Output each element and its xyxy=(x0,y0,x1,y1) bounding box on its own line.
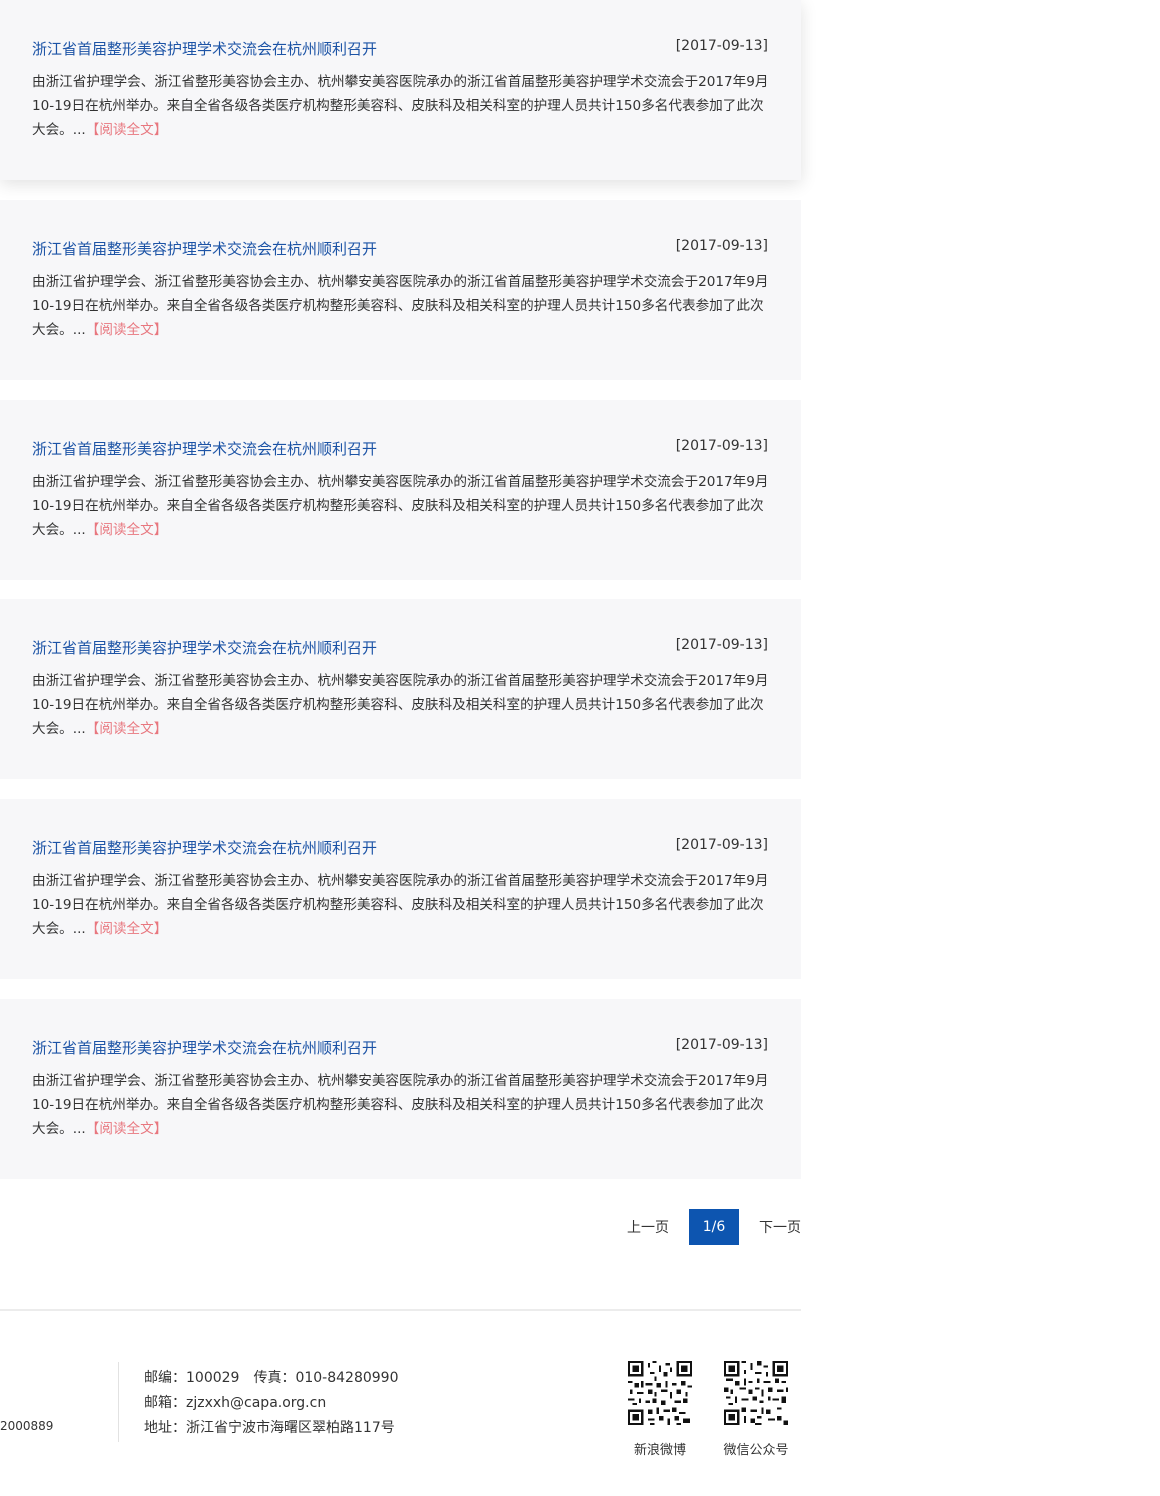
news-date: [2017-09-13] xyxy=(675,438,768,454)
news-date: [2017-09-13] xyxy=(675,1037,768,1053)
news-summary: 由浙江省护理学会、浙江省整形美容协会主办、杭州攀安美容医院承办的浙江省首届整形美… xyxy=(32,470,772,542)
news-date: [2017-09-13] xyxy=(675,837,768,853)
fax-label: 传真： xyxy=(253,1370,296,1386)
email-label: 邮箱： xyxy=(144,1395,186,1411)
news-title[interactable]: 浙江省首届整形美容护理学术交流会在杭州顺利召开 xyxy=(32,637,377,658)
prev-page-button[interactable]: 上一页 xyxy=(627,1217,669,1237)
qr-code-icon xyxy=(628,1361,692,1425)
current-page-indicator[interactable]: 1/6 xyxy=(689,1209,739,1245)
footer-divider xyxy=(0,1309,801,1311)
footer-separator xyxy=(118,1362,119,1442)
read-more-link[interactable]: 【阅读全文】 xyxy=(86,122,168,138)
read-more-link[interactable]: 【阅读全文】 xyxy=(86,522,168,538)
news-title[interactable]: 浙江省首届整形美容护理学术交流会在杭州顺利召开 xyxy=(32,238,377,259)
read-more-link[interactable]: 【阅读全文】 xyxy=(86,721,168,737)
news-item[interactable]: 浙江省首届整形美容护理学术交流会在杭州顺利召开 [2017-09-13] 由浙江… xyxy=(0,0,801,180)
qr-label: 新浪微博 xyxy=(633,1443,686,1458)
news-summary: 由浙江省护理学会、浙江省整形美容协会主办、杭州攀安美容医院承办的浙江省首届整形美… xyxy=(32,270,772,342)
news-summary: 由浙江省护理学会、浙江省整形美容协会主办、杭州攀安美容医院承办的浙江省首届整形美… xyxy=(32,1069,772,1141)
read-more-link[interactable]: 【阅读全文】 xyxy=(86,322,168,338)
footer-left-text: 2000889 xyxy=(0,1419,54,1433)
news-title[interactable]: 浙江省首届整形美容护理学术交流会在杭州顺利召开 xyxy=(32,1037,377,1058)
address-row: 地址：浙江省宁波市海曙区翠柏路117号 xyxy=(144,1416,398,1441)
address-value: 浙江省宁波市海曙区翠柏路117号 xyxy=(186,1420,395,1436)
pagination: 上一页 1/6 下一页 xyxy=(627,1209,801,1245)
news-summary: 由浙江省护理学会、浙江省整形美容协会主办、杭州攀安美容医院承办的浙江省首届整形美… xyxy=(32,70,772,142)
qr-wechat: 微信公众号 xyxy=(723,1361,789,1458)
qr-weibo: 新浪微博 xyxy=(627,1361,693,1458)
page-container: 浙江省首届整形美容护理学术交流会在杭州顺利召开 [2017-09-13] 由浙江… xyxy=(0,0,801,1496)
news-summary: 由浙江省护理学会、浙江省整形美容协会主办、杭州攀安美容医院承办的浙江省首届整形美… xyxy=(32,869,772,941)
address-label: 地址： xyxy=(144,1420,186,1436)
fax-value: 010-84280990 xyxy=(295,1370,399,1386)
email-row: 邮箱：zjzxxh@capa.org.cn xyxy=(144,1391,398,1416)
news-title[interactable]: 浙江省首届整形美容护理学术交流会在杭州顺利召开 xyxy=(32,438,377,459)
postcode-label: 邮编： xyxy=(144,1370,186,1386)
postcode-value: 100029 xyxy=(186,1370,240,1386)
news-item[interactable]: 浙江省首届整形美容护理学术交流会在杭州顺利召开 [2017-09-13] 由浙江… xyxy=(0,599,801,779)
news-date: [2017-09-13] xyxy=(675,38,768,54)
postcode-fax-row: 邮编：100029 传真：010-84280990 xyxy=(144,1366,398,1391)
news-title[interactable]: 浙江省首届整形美容护理学术交流会在杭州顺利召开 xyxy=(32,837,377,858)
qr-code-icon xyxy=(724,1361,788,1425)
email-value[interactable]: zjzxxh@capa.org.cn xyxy=(186,1395,326,1411)
news-item[interactable]: 浙江省首届整形美容护理学术交流会在杭州顺利召开 [2017-09-13] 由浙江… xyxy=(0,799,801,979)
news-date: [2017-09-13] xyxy=(675,637,768,653)
read-more-link[interactable]: 【阅读全文】 xyxy=(86,921,168,937)
news-title[interactable]: 浙江省首届整形美容护理学术交流会在杭州顺利召开 xyxy=(32,38,377,59)
qr-label: 微信公众号 xyxy=(723,1443,789,1458)
footer-contact: 邮编：100029 传真：010-84280990 邮箱：zjzxxh@capa.… xyxy=(144,1366,398,1441)
news-item[interactable]: 浙江省首届整形美容护理学术交流会在杭州顺利召开 [2017-09-13] 由浙江… xyxy=(0,200,801,380)
news-date: [2017-09-13] xyxy=(675,238,768,254)
read-more-link[interactable]: 【阅读全文】 xyxy=(86,1121,168,1137)
next-page-button[interactable]: 下一页 xyxy=(759,1217,801,1237)
news-item[interactable]: 浙江省首届整形美容护理学术交流会在杭州顺利召开 [2017-09-13] 由浙江… xyxy=(0,400,801,580)
news-summary: 由浙江省护理学会、浙江省整形美容协会主办、杭州攀安美容医院承办的浙江省首届整形美… xyxy=(32,669,772,741)
news-item[interactable]: 浙江省首届整形美容护理学术交流会在杭州顺利召开 [2017-09-13] 由浙江… xyxy=(0,999,801,1179)
